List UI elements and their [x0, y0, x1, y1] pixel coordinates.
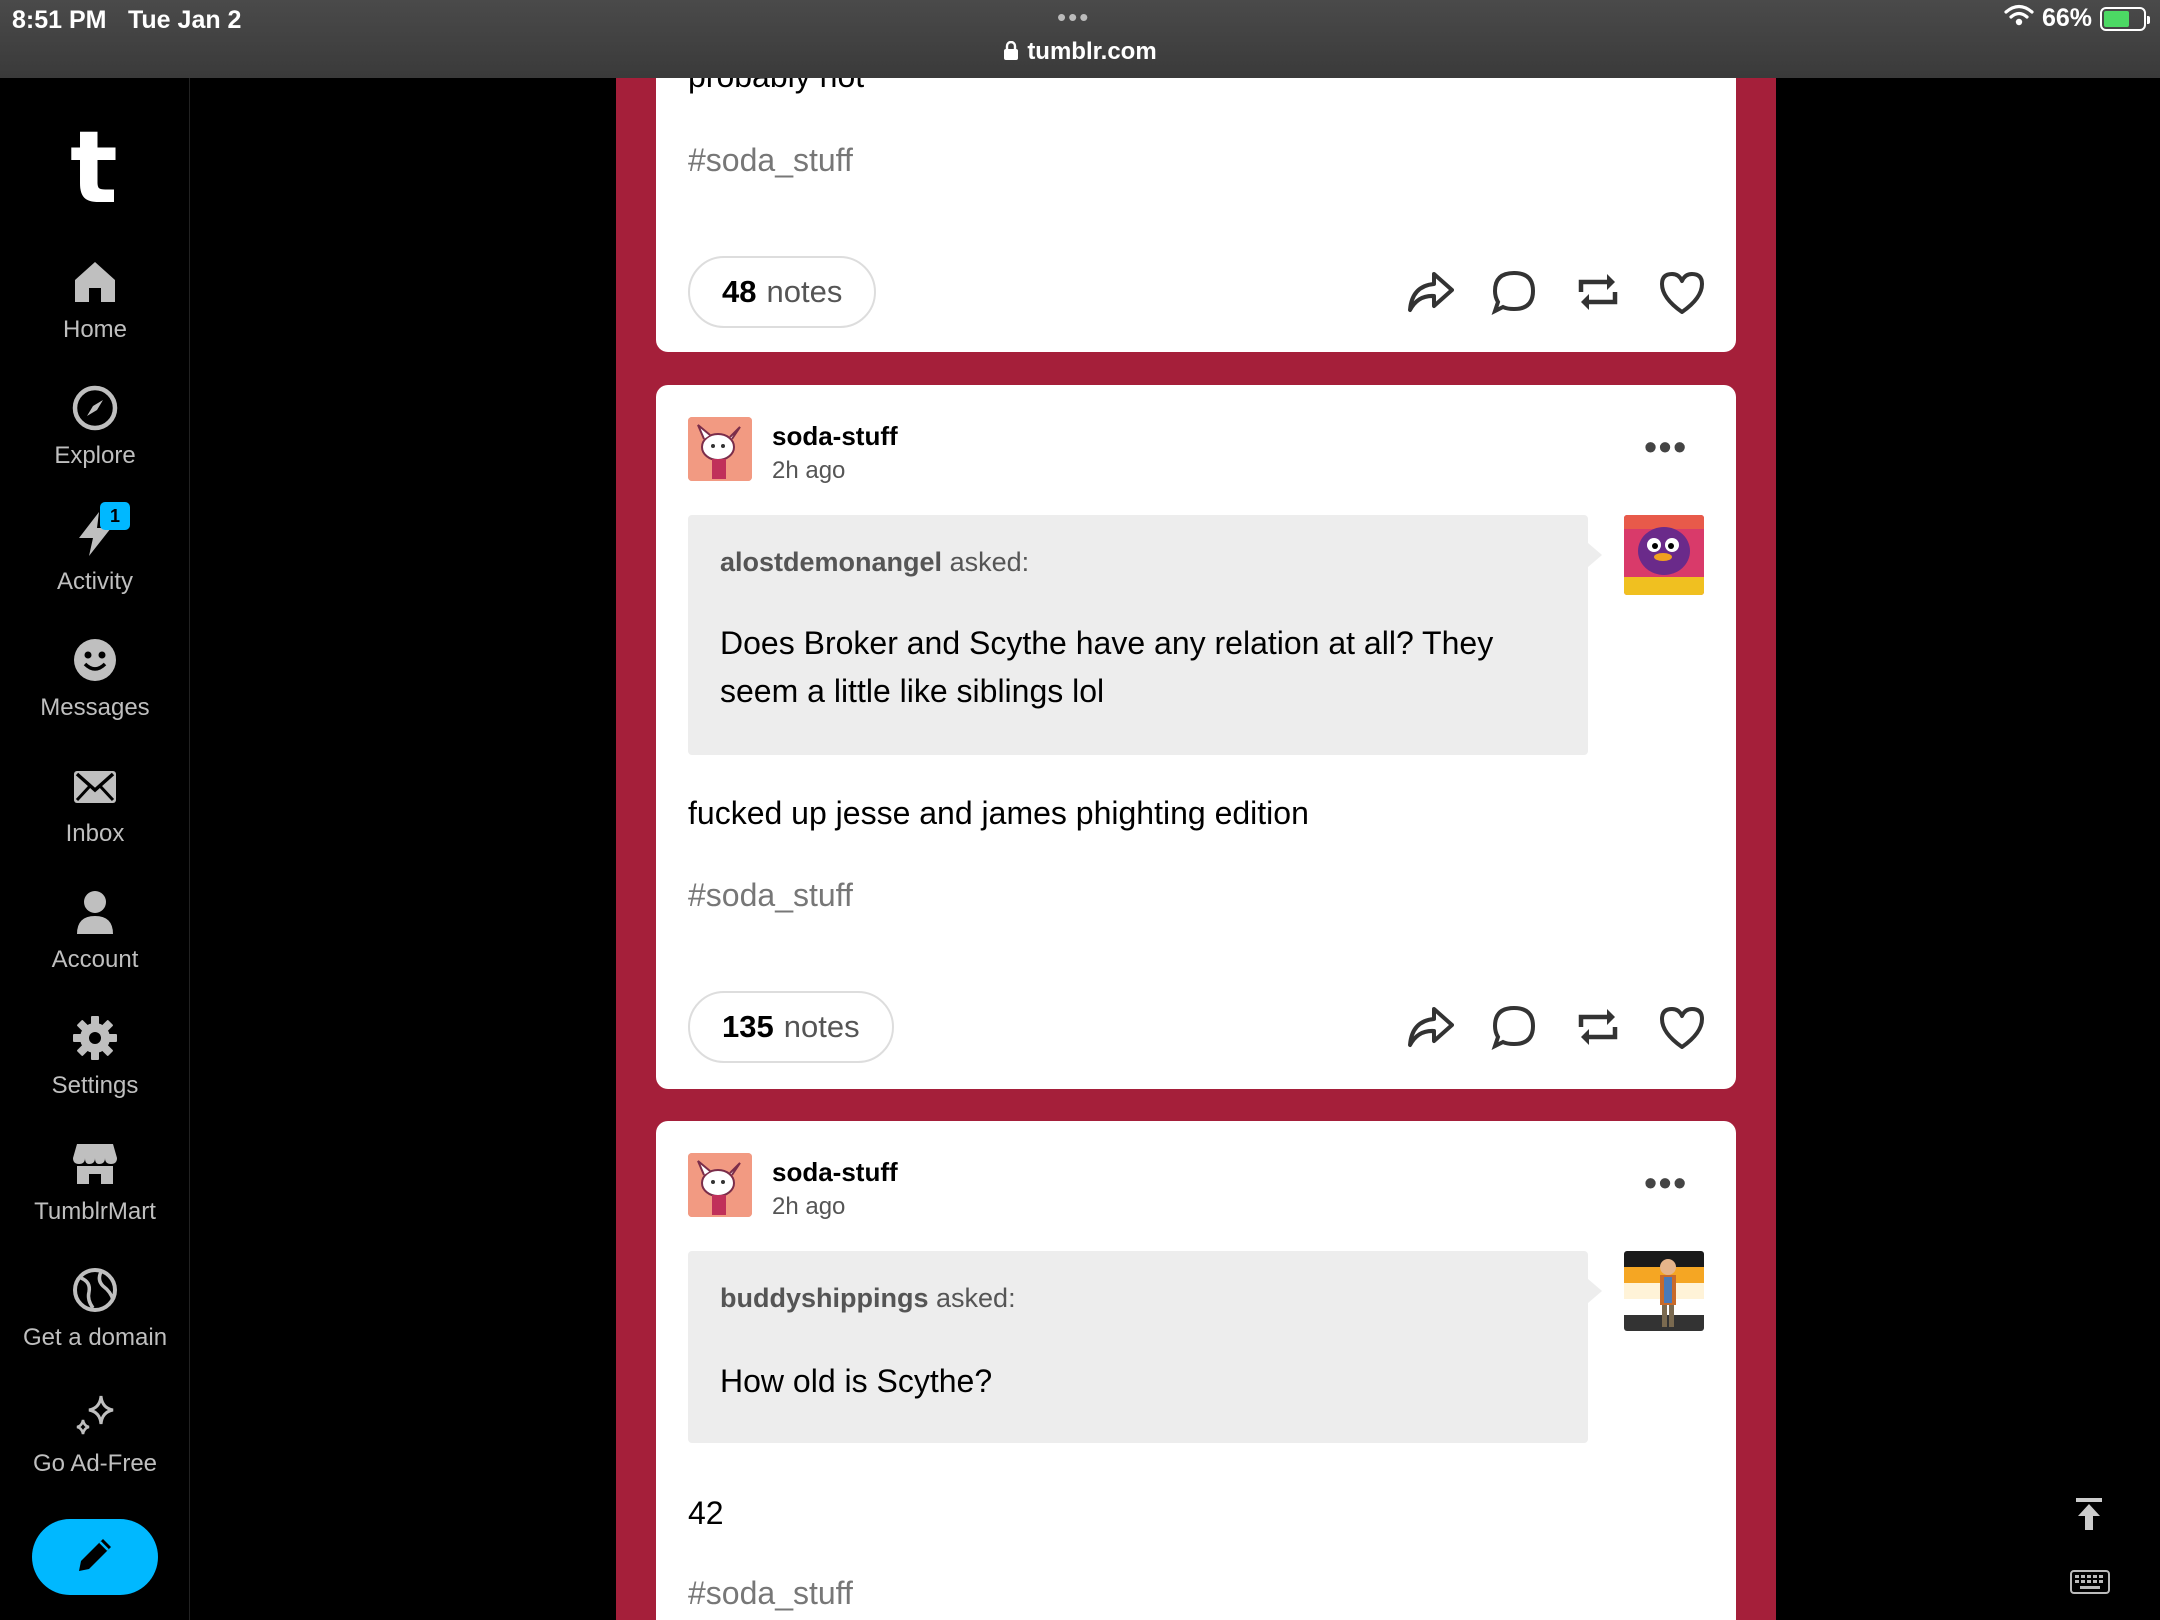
sidebar-item-label: Inbox [65, 820, 125, 847]
ask-box: buddyshippings asked: How old is Scythe? [688, 1251, 1602, 1443]
home-icon [0, 250, 190, 306]
post-time: 2h ago [772, 457, 846, 484]
sidebar-item-label: Get a domain [22, 1324, 168, 1351]
status-right: 66% [2004, 4, 2150, 33]
share-icon[interactable] [1406, 1003, 1454, 1051]
battery-icon [2100, 6, 2150, 31]
compose-button[interactable] [32, 1519, 158, 1595]
notes-button[interactable]: 135 notes [688, 991, 894, 1063]
globe-icon [0, 1258, 190, 1314]
asker-line: buddyshippings asked: [720, 1283, 1016, 1314]
smiley-icon [0, 628, 190, 684]
activity-badge: 1 [100, 502, 130, 530]
multitask-dots-icon[interactable]: ••• [1057, 2, 1090, 33]
reply-icon[interactable] [1490, 1003, 1538, 1051]
notes-label: notes [766, 274, 843, 309]
tumblr-logo[interactable]: t [70, 118, 118, 218]
post-actions [1406, 268, 1706, 316]
sidebar-item-explore[interactable]: Explore [0, 376, 190, 470]
notes-label: notes [783, 1009, 860, 1044]
more-options-icon[interactable]: ••• [1644, 1165, 1688, 1201]
url-text: tumblr.com [1027, 38, 1157, 65]
asker-name[interactable]: buddyshippings [720, 1283, 929, 1313]
pencil-icon [73, 1533, 117, 1582]
ask-question: How old is Scythe? [720, 1363, 993, 1399]
sidebar-item-label: Home [62, 316, 128, 343]
sidebar-item-home[interactable]: Home [0, 250, 190, 344]
post-answer: 42 [688, 1495, 724, 1531]
post-tag[interactable]: #soda_stuff [688, 142, 853, 179]
sidebar-item-label: Account [51, 946, 139, 973]
notes-count: 48 [722, 274, 757, 309]
sidebar-item-label: Messages [40, 694, 150, 721]
envelope-icon [0, 754, 190, 810]
post-card: probably not #soda_stuff 48notes [656, 58, 1736, 352]
sidebar-item-settings[interactable]: Settings [0, 1006, 190, 1100]
sidebar-item-messages[interactable]: Messages [0, 628, 190, 722]
wifi-icon [2004, 4, 2034, 33]
reblog-icon[interactable] [1574, 1003, 1622, 1051]
ask-box: alostdemonangel asked: Does Broker and S… [688, 515, 1602, 755]
sparkle-icon [0, 1384, 190, 1440]
gear-icon [0, 1006, 190, 1062]
post-time: 2h ago [772, 1193, 846, 1220]
like-icon[interactable] [1658, 1003, 1706, 1051]
sidebar-item-label: Settings [51, 1072, 139, 1099]
like-icon[interactable] [1658, 268, 1706, 316]
post-tag[interactable]: #soda_stuff [688, 877, 853, 914]
blog-name[interactable]: soda-stuff [772, 1157, 898, 1188]
sidebar-item-go-ad-free[interactable]: Go Ad-Free [0, 1384, 190, 1478]
blog-avatar[interactable] [688, 1153, 752, 1217]
scroll-to-top-icon[interactable] [2072, 1496, 2106, 1537]
lock-icon [1003, 40, 1019, 68]
sidebar-item-label: Go Ad-Free [32, 1450, 158, 1477]
sidebar-item-label: Explore [54, 442, 136, 469]
sidebar-item-inbox[interactable]: Inbox [0, 754, 190, 848]
asked-label: asked: [936, 1283, 1016, 1313]
sidebar-item-label: TumblrMart [34, 1198, 156, 1225]
asker-avatar[interactable] [1624, 515, 1704, 595]
sidebar-item-label: Activity [56, 568, 133, 595]
asked-label: asked: [949, 547, 1030, 577]
reply-icon[interactable] [1490, 268, 1538, 316]
sidebar-item-get-domain[interactable]: Get a domain [0, 1258, 190, 1352]
keyboard-icon[interactable] [2070, 1570, 2110, 1599]
compass-icon [0, 376, 190, 432]
address-bar[interactable]: tumblr.com [0, 38, 2160, 68]
post-tag[interactable]: #soda_stuff [688, 1575, 853, 1612]
battery-percent: 66% [2041, 4, 2092, 32]
asker-line: alostdemonangel asked: [720, 547, 1029, 578]
status-time: 8:51 PM [12, 6, 107, 34]
blog-name[interactable]: soda-stuff [772, 421, 898, 452]
sidebar: t Home Explore 1 Activity Messages Inbox [0, 78, 190, 1620]
lightning-icon [0, 502, 190, 558]
store-icon [0, 1132, 190, 1188]
asker-avatar[interactable] [1624, 1251, 1704, 1331]
person-icon [0, 880, 190, 936]
notes-count: 135 [722, 1009, 774, 1044]
sidebar-item-account[interactable]: Account [0, 880, 190, 974]
post-answer: fucked up jesse and james phighting edit… [688, 795, 1309, 831]
share-icon[interactable] [1406, 268, 1454, 316]
post-card: soda-stuff 2h ago ••• buddyshippings ask… [656, 1121, 1736, 1620]
more-options-icon[interactable]: ••• [1644, 429, 1688, 465]
post-actions [1406, 1003, 1706, 1051]
sidebar-item-tumblrmart[interactable]: TumblrMart [0, 1132, 190, 1226]
notes-button[interactable]: 48 notes [688, 256, 877, 328]
status-bar: 8:51 PM Tue Jan 2 ••• tumblr.com 66% [0, 0, 2160, 78]
sidebar-item-activity[interactable]: 1 Activity [0, 502, 190, 596]
post-card: soda-stuff 2h ago ••• alostdemonangel as… [656, 385, 1736, 1089]
reblog-icon[interactable] [1574, 268, 1622, 316]
asker-name[interactable]: alostdemonangel [720, 547, 942, 577]
ask-question: Does Broker and Scythe have any relation… [720, 625, 1494, 709]
blog-avatar[interactable] [688, 417, 752, 481]
status-date: Tue Jan 2 [128, 6, 242, 34]
